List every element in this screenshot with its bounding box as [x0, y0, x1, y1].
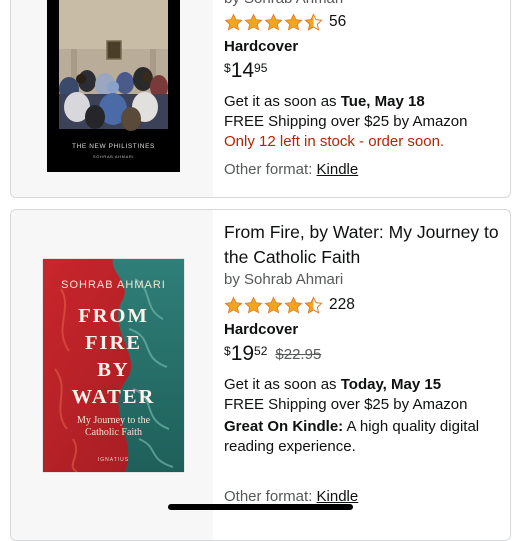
book-cover-image[interactable]: THE NEW PHILISTINES SOHRAB AHMARI — [47, 0, 180, 172]
product-image-panel: SOHRAB AHMARI FROM FIRE BY WATER My Jour… — [11, 210, 213, 540]
star-rating[interactable]: 228 — [224, 292, 502, 318]
cover-author: SOHRAB AHMARI — [92, 154, 135, 159]
star-full-icon — [224, 12, 243, 31]
star-full-icon — [244, 295, 263, 314]
delivery-estimate: Get it as soon as Tue, May 18 — [224, 92, 502, 112]
cover-title-line: WATER — [71, 386, 156, 408]
price-whole: 19 — [230, 342, 255, 365]
kindle-promo-heading: Great On Kindle: — [224, 418, 344, 435]
stars — [224, 12, 323, 32]
other-format-label: Other format: — [224, 161, 317, 178]
other-format: Other format: Kindle — [224, 160, 502, 180]
result-card[interactable]: SOHRAB AHMARI FROM FIRE BY WATER My Jour… — [10, 209, 511, 541]
result-card[interactable]: THE NEW PHILISTINES SOHRAB AHMARI by Soh… — [10, 0, 511, 198]
delivery-date: Tue, May 18 — [340, 93, 425, 110]
cover-title-line: BY — [97, 359, 130, 381]
star-full-icon — [284, 295, 303, 314]
book-cover-image[interactable]: SOHRAB AHMARI FROM FIRE BY WATER My Jour… — [43, 259, 184, 472]
price-symbol: $ — [224, 61, 231, 75]
cover-publisher: IGNATIUS — [97, 457, 130, 463]
price-fraction: 95 — [254, 61, 268, 75]
product-author[interactable]: by Sohrab Ahmari — [224, 270, 502, 290]
star-half-icon — [304, 295, 323, 314]
cover-title-line: FIRE — [85, 332, 142, 354]
cover-author: SOHRAB AHMARI — [61, 279, 166, 291]
delivery-date: Today, May 15 — [340, 376, 442, 393]
product-price[interactable]: $ 19 52 $22.95 — [224, 343, 502, 367]
star-rating[interactable]: 56 — [224, 9, 502, 35]
star-full-icon — [224, 295, 243, 314]
stars — [224, 295, 323, 315]
delivery-estimate: Get it as soon as Today, May 15 — [224, 375, 502, 395]
delivery-prefix: Get it as soon as — [224, 93, 341, 110]
product-format[interactable]: Hardcover — [224, 320, 502, 340]
rating-count[interactable]: 56 — [329, 13, 346, 31]
price-whole: 14 — [230, 59, 255, 82]
list-price: $22.95 — [275, 346, 322, 363]
product-format[interactable]: Hardcover — [224, 37, 502, 57]
other-format-label: Other format: — [224, 488, 317, 505]
kindle-promo: Great On Kindle: A high quality digital … — [224, 417, 502, 457]
product-info: From Fire, by Water: My Journey to the C… — [224, 220, 502, 507]
kindle-format-link[interactable]: Kindle — [317, 488, 359, 505]
stock-warning: Only 12 left in stock - order soon. — [224, 133, 445, 150]
star-full-icon — [264, 295, 283, 314]
shipping-info: FREE Shipping over $25 by Amazon — [224, 113, 468, 130]
star-full-icon — [284, 12, 303, 31]
kindle-format-link[interactable]: Kindle — [317, 161, 359, 178]
delivery-prefix: Get it as soon as — [224, 376, 341, 393]
product-info: by Sohrab Ahmari 56 Hardcover $ 14 95 Ge… — [224, 0, 502, 180]
rating-count[interactable]: 228 — [329, 296, 355, 314]
price-fraction: 52 — [254, 344, 268, 358]
cover-subtitle: My Journey to the Catholic Faith — [76, 415, 151, 438]
cover-title: THE NEW PHILISTINES — [72, 143, 155, 150]
product-author[interactable]: by Sohrab Ahmari — [224, 0, 502, 9]
product-price[interactable]: $ 14 95 — [224, 60, 502, 84]
product-image-panel: THE NEW PHILISTINES SOHRAB AHMARI — [11, 0, 213, 197]
star-full-icon — [244, 12, 263, 31]
shipping-info: FREE Shipping over $25 by Amazon — [224, 396, 468, 413]
star-half-icon — [304, 12, 323, 31]
product-title[interactable]: From Fire, by Water: My Journey to the C… — [224, 220, 502, 270]
star-full-icon — [264, 12, 283, 31]
home-indicator[interactable] — [168, 504, 353, 510]
cover-title-line: FROM — [78, 305, 149, 327]
cover-title: FROM FIRE BY WATER — [43, 303, 184, 411]
price-symbol: $ — [224, 344, 231, 358]
